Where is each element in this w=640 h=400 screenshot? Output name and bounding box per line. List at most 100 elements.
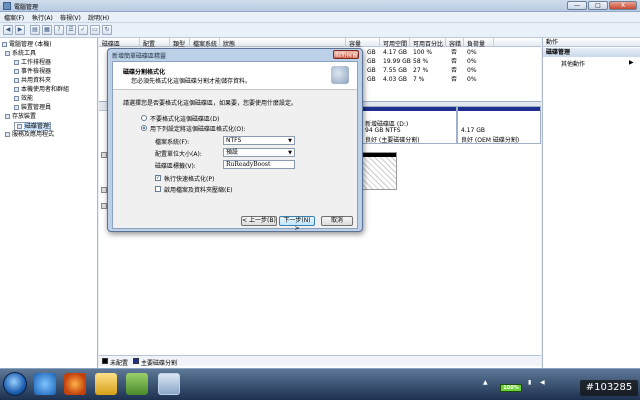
col-type[interactable]: 類型 bbox=[173, 39, 185, 48]
disk-wizard-icon bbox=[331, 66, 349, 84]
menu-file[interactable]: 檔案(F) bbox=[4, 13, 24, 22]
maximize-button[interactable]: □ bbox=[588, 1, 608, 10]
network-icon[interactable]: ▮ bbox=[528, 379, 531, 386]
col-layout[interactable]: 配置 bbox=[143, 39, 155, 48]
menu-help[interactable]: 說明(H) bbox=[88, 13, 109, 22]
console-tree-icon[interactable]: ▤ bbox=[30, 25, 40, 35]
col-volume[interactable]: 磁碟區 bbox=[102, 39, 120, 48]
computer-icon bbox=[2, 42, 7, 47]
battery-indicator[interactable]: 100% bbox=[500, 384, 522, 392]
radio-no-format-label[interactable]: 不要格式化這個磁碟區(D) bbox=[150, 114, 219, 123]
partition-oem-size: 4.17 GB bbox=[461, 127, 486, 134]
legend: 未配置 主要磁碟分割 bbox=[99, 355, 541, 367]
col-status[interactable]: 狀態 bbox=[223, 39, 235, 48]
tree-item-disk-management[interactable]: 磁碟管理 bbox=[14, 122, 52, 131]
help-icon[interactable]: ? bbox=[54, 25, 64, 35]
col-percent-free[interactable]: 可用百分比 bbox=[413, 39, 443, 48]
actions-header: 動作 bbox=[543, 38, 640, 47]
storage-icon bbox=[5, 114, 10, 119]
col-free-space[interactable]: 可用空間 bbox=[383, 39, 407, 48]
tree-item-computer-management[interactable]: 電腦管理 (本機) bbox=[2, 41, 52, 49]
minimize-button[interactable]: — bbox=[567, 1, 587, 10]
quick-format-label[interactable]: 執行快速格式化(P) bbox=[164, 174, 214, 183]
disk-icon[interactable]: ▭ bbox=[90, 25, 100, 35]
menu-action[interactable]: 執行(A) bbox=[32, 13, 53, 22]
tree-item-system-tools[interactable]: 系統工具 bbox=[5, 50, 36, 58]
check-icon[interactable]: ✓ bbox=[78, 25, 88, 35]
row1-percent: 100 % bbox=[413, 49, 433, 56]
tree-item-device-manager[interactable]: 裝置管理員 bbox=[14, 104, 51, 112]
col-capacity[interactable]: 容量 bbox=[349, 39, 361, 48]
tray-arrow-icon[interactable]: ▲ bbox=[483, 379, 488, 386]
ie-icon[interactable] bbox=[34, 373, 56, 395]
tree-item-event-viewer[interactable]: 事件檢視器 bbox=[14, 68, 51, 76]
tree-item-storage[interactable]: 存放裝置 bbox=[5, 113, 36, 121]
quick-format-checkbox[interactable]: ✓ bbox=[155, 175, 161, 181]
disk-management-icon bbox=[17, 124, 22, 129]
row2-overhead: 0% bbox=[467, 58, 477, 65]
actions-section-disk-management[interactable]: 磁碟管理 bbox=[543, 48, 640, 57]
partition-oem[interactable]: 4.17 GB 良好 (OEM 磁碟分割) bbox=[457, 106, 541, 144]
partition-d-status: 良好 (主要磁碟分割) bbox=[365, 137, 420, 144]
row2-free: 19.99 GB bbox=[383, 58, 411, 65]
allocation-unit-select[interactable]: 預設 ▼ bbox=[223, 148, 295, 157]
wizard-header: 磁碟分割格式化 您必須先格式化這個磁碟分割才能儲存資料。 bbox=[113, 62, 357, 90]
refresh-icon[interactable]: ↻ bbox=[102, 25, 112, 35]
radio-format-label[interactable]: 用下列設定將這個磁碟區格式化(O): bbox=[150, 124, 245, 133]
row4-free: 4.03 GB bbox=[383, 76, 408, 83]
explorer-icon[interactable] bbox=[95, 373, 117, 395]
col-filesystem[interactable]: 檔案系統 bbox=[193, 39, 217, 48]
close-button[interactable]: X bbox=[609, 1, 637, 10]
filesystem-value: NTFS bbox=[226, 137, 242, 144]
tree-item-performance[interactable]: 效能 bbox=[14, 95, 33, 103]
forward-arrow-icon[interactable]: ▶ bbox=[15, 25, 25, 35]
computer-management-taskbar-icon[interactable] bbox=[158, 373, 180, 395]
firefox-icon[interactable] bbox=[64, 373, 86, 395]
filesystem-select[interactable]: NTFS ▼ bbox=[223, 136, 295, 145]
row2-percent: 58 % bbox=[413, 58, 429, 65]
console-tree: 電腦管理 (本機) 系統工具 工作排程器 事件檢視器 共用資料夾 本機使用者和群… bbox=[0, 38, 98, 368]
filesystem-label: 檔案系統(F): bbox=[155, 139, 190, 146]
tree-item-shared-folders[interactable]: 共用資料夾 bbox=[14, 77, 51, 85]
wizard-heading: 磁碟分割格式化 bbox=[123, 69, 166, 76]
row1-capacity: GB bbox=[367, 49, 376, 56]
wizard-close-button[interactable]: 關閉視窗 bbox=[333, 50, 359, 59]
row4-capacity: GB bbox=[367, 76, 376, 83]
window-title: 電腦管理 bbox=[14, 4, 39, 11]
event-log-icon bbox=[14, 69, 19, 74]
device-icon bbox=[14, 105, 19, 110]
partition-d[interactable]: 新增磁碟區 (D:) 94 GB NTFS 良好 (主要磁碟分割) bbox=[361, 106, 457, 144]
media-icon[interactable] bbox=[126, 373, 148, 395]
cancel-button[interactable]: 取消 bbox=[321, 216, 353, 226]
unallocated-region[interactable] bbox=[361, 152, 397, 190]
volume-icon[interactable]: ◀ bbox=[540, 379, 545, 386]
radio-no-format[interactable] bbox=[141, 115, 147, 121]
tree-item-task-scheduler[interactable]: 工作排程器 bbox=[14, 59, 51, 67]
row4-percent: 7 % bbox=[413, 76, 425, 83]
menu-bar: 檔案(F) 執行(A) 檢視(V) 說明(H) bbox=[0, 12, 640, 23]
radio-format[interactable] bbox=[141, 125, 147, 131]
back-button[interactable]: < 上一步(B) bbox=[241, 216, 277, 226]
actions-more[interactable]: 其他動作 bbox=[561, 59, 585, 68]
tree-item-services-apps[interactable]: 服務及應用程式 bbox=[5, 131, 54, 139]
properties-icon[interactable]: ▦ bbox=[42, 25, 52, 35]
back-arrow-icon[interactable]: ◀ bbox=[3, 25, 13, 35]
row3-free: 7.55 GB bbox=[383, 67, 408, 74]
legend-primary: 主要磁碟分割 bbox=[141, 360, 178, 367]
title-bar: 電腦管理 — □ X bbox=[0, 0, 640, 12]
menu-view[interactable]: 檢視(V) bbox=[60, 13, 81, 22]
next-button[interactable]: 下一步(N) > bbox=[279, 216, 315, 232]
tree-item-local-users[interactable]: 本機使用者和群組 bbox=[14, 86, 69, 94]
volume-label-input[interactable]: RuReadyBoost bbox=[223, 160, 295, 169]
list-view-icon[interactable]: ☰ bbox=[66, 25, 76, 35]
row1-free: 4.17 GB bbox=[383, 49, 408, 56]
compression-checkbox[interactable] bbox=[155, 186, 161, 192]
new-simple-volume-wizard: 新增簡單磁碟區精靈 關閉視窗 磁碟分割格式化 您必須先格式化這個磁碟分割才能儲存… bbox=[107, 48, 363, 232]
compression-label[interactable]: 啟用檔案及資料夾壓縮(E) bbox=[164, 185, 232, 194]
users-icon bbox=[14, 87, 19, 92]
col-overhead[interactable]: 負荷量 bbox=[467, 39, 485, 48]
start-button[interactable] bbox=[3, 372, 27, 396]
row3-capacity: GB bbox=[367, 67, 376, 74]
partition-d-size: 94 GB NTFS bbox=[365, 127, 401, 134]
col-fault-tolerance[interactable]: 容錯 bbox=[449, 39, 461, 48]
